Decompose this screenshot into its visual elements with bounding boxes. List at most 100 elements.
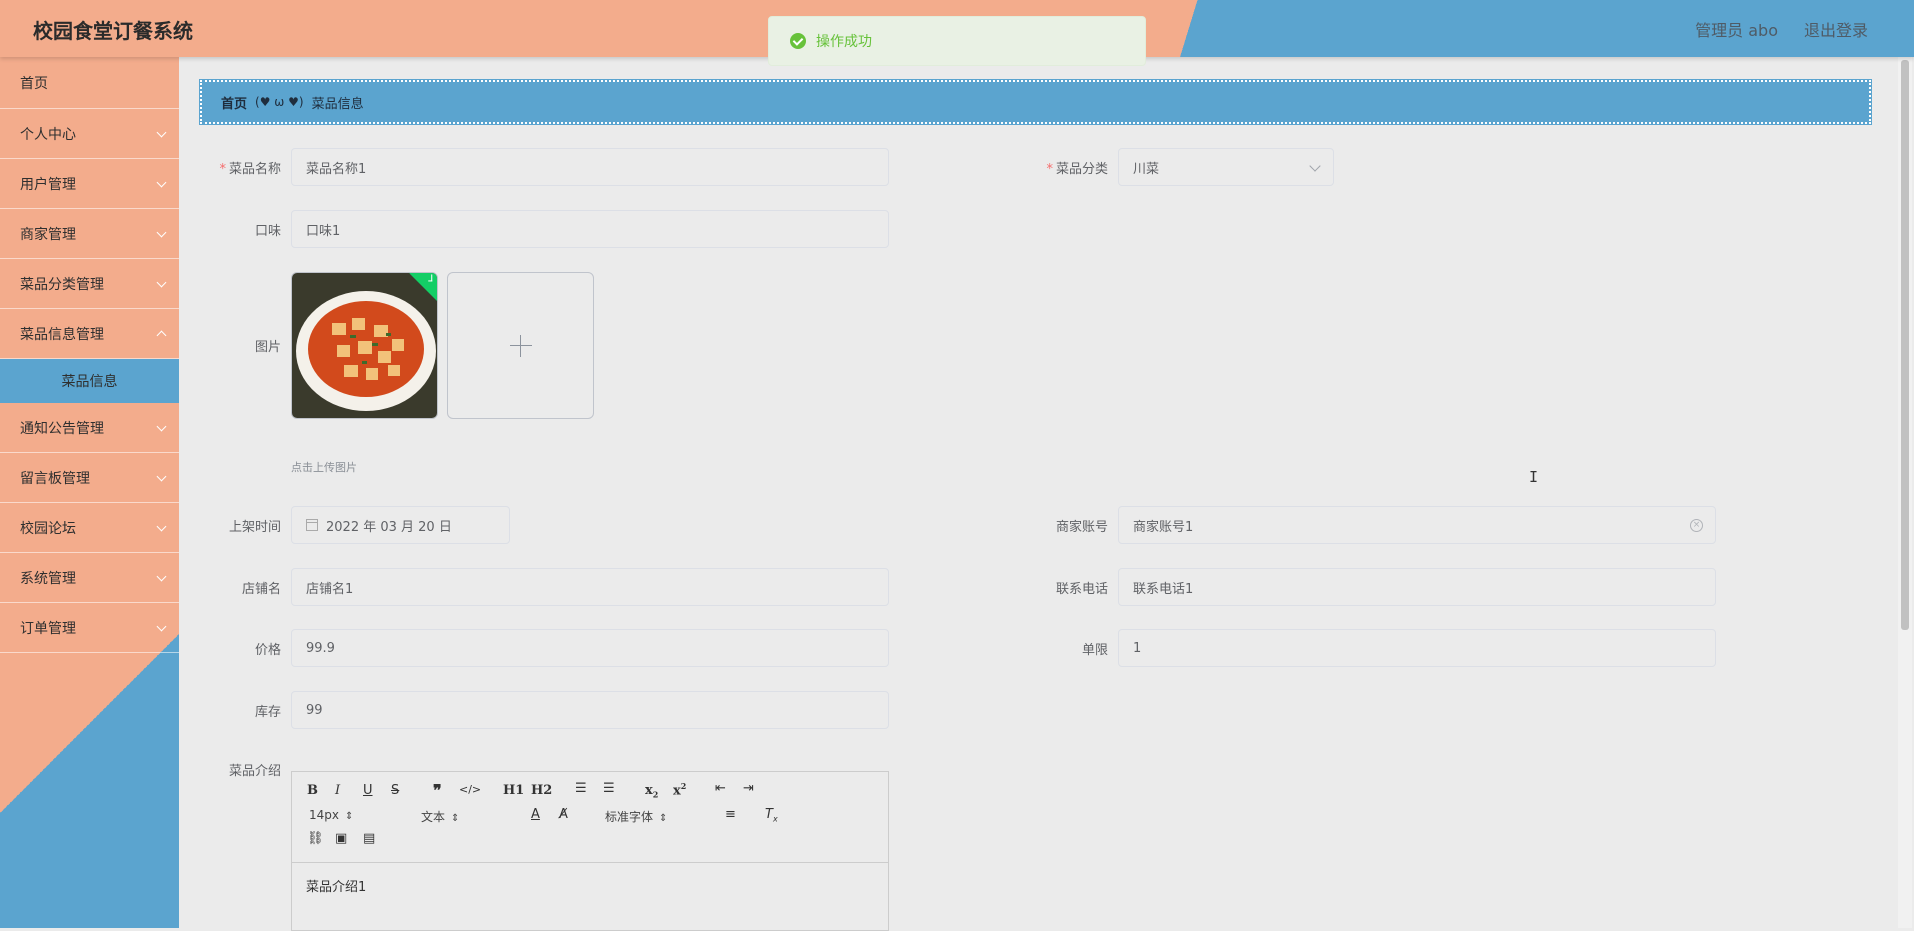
video-icon[interactable]: ▤ bbox=[363, 831, 375, 846]
outdent-icon[interactable]: ⇤ bbox=[715, 781, 726, 796]
price-input[interactable]: 99.9 bbox=[291, 629, 889, 667]
chevron-down-icon bbox=[156, 421, 167, 432]
heading-2-icon[interactable]: H2 bbox=[531, 783, 552, 798]
sidebar: 首页 个人中心 用户管理 商家管理 菜品分类管理 菜品信息管理 菜品信息 通知公… bbox=[0, 57, 179, 928]
sidebar-subitem-dish-info[interactable]: 菜品信息 bbox=[0, 359, 179, 403]
chevron-down-icon bbox=[1309, 160, 1321, 172]
calendar-icon bbox=[306, 519, 318, 531]
sidebar-item-label: 订单管理 bbox=[20, 620, 76, 637]
merchant-account-input[interactable]: 商家账号1 × bbox=[1118, 506, 1716, 544]
taste-row: 口味 口味1 bbox=[201, 210, 889, 248]
sidebar-item-label: 首页 bbox=[20, 75, 48, 92]
sidebar-item-profile[interactable]: 个人中心 bbox=[0, 109, 179, 159]
category-row: * 菜品分类 川菜 bbox=[1028, 148, 1334, 186]
block-type-select[interactable]: 文本 bbox=[421, 808, 459, 825]
phone-row: 联系电话 联系电话1 bbox=[1028, 568, 1716, 606]
strikethrough-icon[interactable]: S bbox=[391, 783, 399, 798]
image-icon[interactable]: ▣ bbox=[335, 831, 347, 846]
code-icon[interactable]: </> bbox=[459, 783, 481, 796]
chevron-down-icon bbox=[156, 227, 167, 238]
stock-label: 库存 bbox=[254, 704, 281, 720]
subscript-icon[interactable]: x2 bbox=[645, 783, 658, 800]
chevron-down-icon bbox=[156, 177, 167, 188]
shop-name-row: 店铺名 店铺名1 bbox=[201, 568, 889, 606]
font-family-select[interactable]: 标准字体 bbox=[605, 808, 667, 825]
chevron-up-icon bbox=[156, 330, 167, 341]
breadcrumb-home[interactable]: 首页 bbox=[221, 93, 247, 112]
clear-icon[interactable]: × bbox=[1690, 519, 1703, 532]
page-scrollbar[interactable] bbox=[1898, 57, 1912, 928]
phone-label: 联系电话 bbox=[1055, 581, 1108, 597]
price-label: 价格 bbox=[254, 642, 281, 658]
image-label: 图片 bbox=[254, 340, 281, 355]
taste-label: 口味 bbox=[254, 223, 281, 239]
intro-label: 菜品介绍 bbox=[228, 764, 281, 779]
sidebar-item-label: 用户管理 bbox=[20, 176, 76, 193]
category-label: * 菜品分类 bbox=[1046, 161, 1108, 177]
sidebar-item-label: 留言板管理 bbox=[20, 470, 90, 487]
sidebar-item-dish-management[interactable]: 菜品信息管理 bbox=[0, 309, 179, 359]
phone-input[interactable]: 联系电话1 bbox=[1118, 568, 1716, 606]
editor-content[interactable]: 菜品介绍1 bbox=[292, 863, 888, 908]
ordered-list-icon[interactable]: ☰ bbox=[575, 781, 587, 796]
shop-name-label: 店铺名 bbox=[241, 581, 281, 597]
price-row: 价格 99.9 bbox=[201, 629, 889, 667]
stock-input[interactable]: 99 bbox=[291, 691, 889, 729]
chevron-down-icon bbox=[156, 621, 167, 632]
editor-toolbar: B I U S ❞ </> H1 H2 ☰ ☰ x2 x2 ⇤ ⇥ 14px 文… bbox=[292, 772, 888, 863]
shop-name-input[interactable]: 店铺名1 bbox=[291, 568, 889, 606]
image-row: 图片 bbox=[201, 336, 291, 355]
plus-icon bbox=[510, 335, 532, 357]
font-color-icon[interactable]: A bbox=[531, 807, 540, 822]
heading-1-icon[interactable]: H1 bbox=[503, 783, 524, 798]
sidebar-item-notices[interactable]: 通知公告管理 bbox=[0, 403, 179, 453]
intro-row: 菜品介绍 bbox=[201, 760, 291, 779]
italic-icon[interactable]: I bbox=[335, 783, 340, 798]
sidebar-item-orders[interactable]: 订单管理 bbox=[0, 603, 179, 653]
underline-icon[interactable]: U bbox=[363, 783, 373, 798]
check-circle-icon bbox=[790, 33, 806, 49]
sidebar-item-label: 个人中心 bbox=[20, 126, 76, 143]
mapo-tofu-image bbox=[292, 273, 437, 418]
blockquote-icon[interactable]: ❞ bbox=[433, 781, 442, 800]
sidebar-item-system[interactable]: 系统管理 bbox=[0, 553, 179, 603]
upload-tip: 点击上传图片 bbox=[291, 461, 357, 474]
sidebar-item-message-board[interactable]: 留言板管理 bbox=[0, 453, 179, 503]
taste-input[interactable]: 口味1 bbox=[291, 210, 889, 248]
chevron-down-icon bbox=[156, 127, 167, 138]
uploaded-dish-image[interactable] bbox=[291, 272, 438, 419]
merchant-account-row: 商家账号 商家账号1 × bbox=[1028, 506, 1716, 544]
current-user-label[interactable]: 管理员 abo bbox=[1695, 17, 1778, 41]
clear-format-icon[interactable]: Tx bbox=[765, 807, 778, 824]
logout-button[interactable]: 退出登录 bbox=[1804, 17, 1868, 41]
sidebar-item-label: 菜品分类管理 bbox=[20, 276, 104, 293]
sidebar-item-merchants[interactable]: 商家管理 bbox=[0, 209, 179, 259]
limit-input[interactable]: 1 bbox=[1118, 629, 1716, 667]
bold-icon[interactable]: B bbox=[307, 783, 318, 798]
stock-row: 库存 99 bbox=[201, 691, 889, 729]
shelf-time-picker[interactable]: 2022 年 03 月 20 日 bbox=[291, 506, 510, 544]
merchant-account-label: 商家账号 bbox=[1055, 519, 1108, 535]
sidebar-item-home[interactable]: 首页 bbox=[0, 57, 179, 109]
link-icon[interactable]: ⛓ bbox=[307, 831, 324, 846]
dish-name-input[interactable]: 菜品名称1 bbox=[291, 148, 889, 186]
bullet-list-icon[interactable]: ☰ bbox=[603, 781, 615, 796]
category-selected-value: 川菜 bbox=[1133, 161, 1160, 177]
chevron-down-icon bbox=[156, 471, 167, 482]
background-color-icon[interactable]: A̸ bbox=[559, 807, 568, 822]
scrollbar-thumb[interactable] bbox=[1901, 60, 1909, 630]
category-select[interactable]: 川菜 bbox=[1118, 148, 1334, 186]
sidebar-item-users[interactable]: 用户管理 bbox=[0, 159, 179, 209]
sidebar-item-dish-categories[interactable]: 菜品分类管理 bbox=[0, 259, 179, 309]
chevron-down-icon bbox=[156, 521, 167, 532]
indent-icon[interactable]: ⇥ bbox=[743, 781, 754, 796]
superscript-icon[interactable]: x2 bbox=[673, 781, 686, 798]
upload-image-button[interactable] bbox=[447, 272, 594, 419]
sidebar-item-forum[interactable]: 校园论坛 bbox=[0, 503, 179, 553]
header-user-area: 管理员 abo 退出登录 bbox=[1695, 17, 1868, 41]
breadcrumb: 首页 (♥ ω ♥) 菜品信息 bbox=[199, 79, 1872, 125]
sidebar-item-label: 商家管理 bbox=[20, 226, 76, 243]
align-left-icon[interactable]: ≡ bbox=[725, 807, 736, 822]
sidebar-item-label: 通知公告管理 bbox=[20, 420, 104, 437]
font-size-select[interactable]: 14px bbox=[309, 808, 389, 822]
